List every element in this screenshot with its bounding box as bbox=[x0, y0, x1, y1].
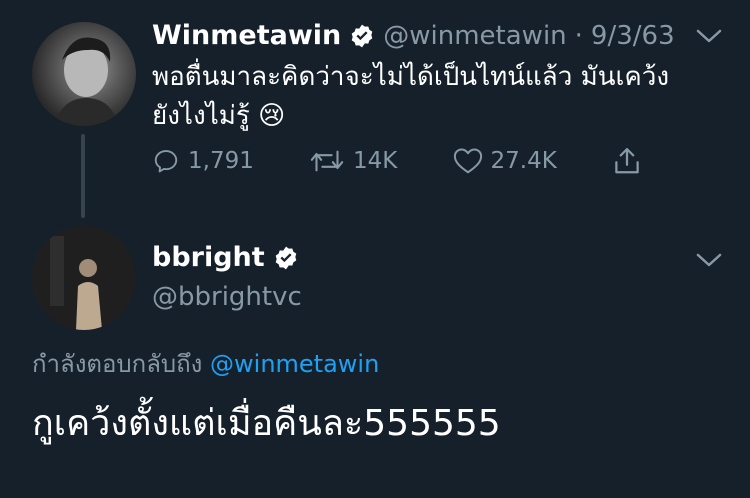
replying-prefix: กำลังตอบกลับถึง bbox=[32, 350, 203, 378]
separator: · bbox=[574, 20, 583, 51]
verified-badge-icon bbox=[275, 246, 296, 269]
chevron-down-icon[interactable] bbox=[696, 28, 722, 44]
reply-button[interactable]: 1,791 bbox=[152, 147, 254, 175]
retweet-button[interactable]: 14K bbox=[309, 147, 397, 175]
tweet1-header: Winmetawin @winmetawin · 9/3/63 bbox=[152, 20, 675, 51]
tweet2-header: bbright bbox=[152, 242, 299, 273]
thread-line bbox=[81, 134, 85, 218]
display-name[interactable]: Winmetawin bbox=[152, 20, 341, 51]
like-count: 27.4K bbox=[490, 148, 557, 174]
avatar-photo bbox=[54, 37, 118, 126]
avatar-photo bbox=[32, 226, 136, 330]
handle[interactable]: @winmetawin bbox=[383, 21, 566, 51]
retweet-count: 14K bbox=[353, 148, 398, 174]
avatar-winmetawin[interactable] bbox=[32, 22, 136, 126]
verified-badge-icon bbox=[351, 24, 373, 47]
reply-icon bbox=[154, 150, 178, 173]
like-button[interactable]: 27.4K bbox=[453, 147, 557, 175]
retweet-icon bbox=[310, 150, 344, 172]
share-button[interactable] bbox=[612, 146, 642, 176]
tweet-date[interactable]: 9/3/63 bbox=[591, 21, 675, 51]
tweet2-text: กูเคว้งตั้งแต่เมื่อคืนละ555555 bbox=[32, 403, 501, 444]
heart-icon bbox=[453, 148, 482, 174]
handle[interactable]: @bbrightvc bbox=[152, 282, 302, 312]
tweet1-text-line2: ยังไงไม่รู้ bbox=[152, 101, 250, 131]
replying-to: กำลังตอบกลับถึง @winmetawin bbox=[32, 344, 379, 383]
tweet1-actions: 1,791 14K 27.4K bbox=[152, 146, 642, 176]
display-name[interactable]: bbright bbox=[152, 242, 265, 273]
tweet1-text-line1: พอตื่นมาละคิดว่าจะไม่ได้เป็นไทน์แล้ว มัน… bbox=[152, 62, 670, 92]
share-icon bbox=[615, 148, 639, 174]
tweet1-text: พอตื่นมาละคิดว่าจะไม่ได้เป็นไทน์แล้ว มัน… bbox=[152, 58, 732, 136]
chevron-down-icon[interactable] bbox=[696, 252, 722, 268]
reply-count: 1,791 bbox=[188, 148, 254, 174]
avatar-bbright[interactable] bbox=[32, 226, 136, 330]
crying-face-emoji-icon: 😢 bbox=[258, 101, 286, 131]
replying-to-link[interactable]: @winmetawin bbox=[210, 350, 379, 378]
